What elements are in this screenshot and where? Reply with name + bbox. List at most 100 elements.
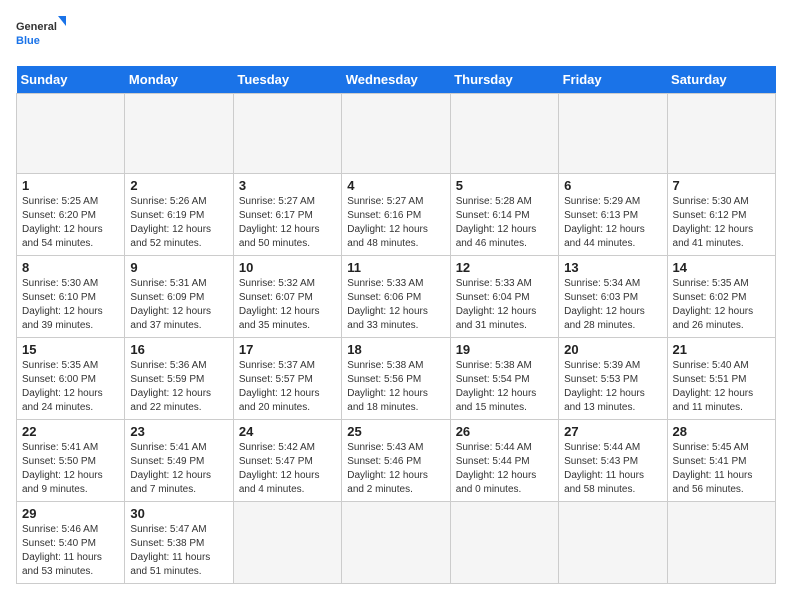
day-number: 6 xyxy=(564,178,661,193)
day-detail: Sunrise: 5:46 AM Sunset: 5:40 PM Dayligh… xyxy=(22,523,119,579)
day-number: 8 xyxy=(22,260,119,275)
day-detail: Sunrise: 5:38 AM Sunset: 5:54 PM Dayligh… xyxy=(456,359,553,415)
day-cell: 15 Sunrise: 5:35 AM Sunset: 6:00 PM Dayli… xyxy=(17,338,125,420)
day-cell: 18 Sunrise: 5:38 AM Sunset: 5:56 PM Dayli… xyxy=(342,338,450,420)
day-detail: Sunrise: 5:26 AM Sunset: 6:19 PM Dayligh… xyxy=(130,195,227,251)
day-cell xyxy=(667,94,775,174)
day-number: 12 xyxy=(456,260,553,275)
svg-text:Blue: Blue xyxy=(16,35,40,47)
day-cell: 7 Sunrise: 5:30 AM Sunset: 6:12 PM Daylig… xyxy=(667,174,775,256)
day-header-wednesday: Wednesday xyxy=(342,66,450,94)
day-cell: 30 Sunrise: 5:47 AM Sunset: 5:38 PM Dayli… xyxy=(125,502,233,584)
day-number: 30 xyxy=(130,506,227,521)
day-number: 20 xyxy=(564,342,661,357)
day-detail: Sunrise: 5:33 AM Sunset: 6:06 PM Dayligh… xyxy=(347,277,444,333)
day-cell: 16Sunrise: 5:36 AM Sunset: 5:59 PM Dayli… xyxy=(125,338,233,420)
day-number: 13 xyxy=(564,260,661,275)
day-detail: Sunrise: 5:38 AM Sunset: 5:56 PM Dayligh… xyxy=(347,359,444,415)
day-header-thursday: Thursday xyxy=(450,66,558,94)
day-number: 23 xyxy=(130,424,227,439)
day-number: 29 xyxy=(22,506,119,521)
day-number: 26 xyxy=(456,424,553,439)
day-number: 4 xyxy=(347,178,444,193)
day-detail: Sunrise: 5:35 AM Sunset: 6:00 PM Dayligh… xyxy=(22,359,119,415)
day-header-friday: Friday xyxy=(559,66,667,94)
day-number: 1 xyxy=(22,178,119,193)
day-number: 25 xyxy=(347,424,444,439)
day-cell: 20 Sunrise: 5:39 AM Sunset: 5:53 PM Dayli… xyxy=(559,338,667,420)
day-cell xyxy=(667,502,775,584)
day-number: 17 xyxy=(239,342,336,357)
svg-text:General: General xyxy=(16,21,57,33)
day-detail: Sunrise: 5:39 AM Sunset: 5:53 PM Dayligh… xyxy=(564,359,661,415)
day-detail: Sunrise: 5:25 AM Sunset: 6:20 PM Dayligh… xyxy=(22,195,119,251)
calendar-table: SundayMondayTuesdayWednesdayThursdayFrid… xyxy=(16,66,776,584)
day-detail: Sunrise: 5:30 AM Sunset: 6:10 PM Dayligh… xyxy=(22,277,119,333)
day-detail: Sunrise: 5:44 AM Sunset: 5:44 PM Dayligh… xyxy=(456,441,553,497)
day-detail: Sunrise: 5:27 AM Sunset: 6:16 PM Dayligh… xyxy=(347,195,444,251)
day-cell: 26 Sunrise: 5:44 AM Sunset: 5:44 PM Dayli… xyxy=(450,420,558,502)
day-number: 28 xyxy=(673,424,770,439)
day-number: 27 xyxy=(564,424,661,439)
day-cell: 14 Sunrise: 5:35 AM Sunset: 6:02 PM Dayli… xyxy=(667,256,775,338)
day-cell: 5 Sunrise: 5:28 AM Sunset: 6:14 PM Daylig… xyxy=(450,174,558,256)
page-header: General Blue xyxy=(16,16,776,54)
day-cell: 13Sunrise: 5:34 AM Sunset: 6:03 PM Dayli… xyxy=(559,256,667,338)
day-detail: Sunrise: 5:36 AM Sunset: 5:59 PM Dayligh… xyxy=(130,359,227,415)
day-number: 15 xyxy=(22,342,119,357)
day-cell xyxy=(125,94,233,174)
day-cell xyxy=(450,94,558,174)
day-number: 22 xyxy=(22,424,119,439)
day-detail: Sunrise: 5:27 AM Sunset: 6:17 PM Dayligh… xyxy=(239,195,336,251)
day-cell: 12Sunrise: 5:33 AM Sunset: 6:04 PM Dayli… xyxy=(450,256,558,338)
day-header-saturday: Saturday xyxy=(667,66,775,94)
week-row-6: 29 Sunrise: 5:46 AM Sunset: 5:40 PM Dayli… xyxy=(17,502,776,584)
day-detail: Sunrise: 5:41 AM Sunset: 5:50 PM Dayligh… xyxy=(22,441,119,497)
day-number: 2 xyxy=(130,178,227,193)
day-detail: Sunrise: 5:31 AM Sunset: 6:09 PM Dayligh… xyxy=(130,277,227,333)
day-number: 19 xyxy=(456,342,553,357)
day-number: 24 xyxy=(239,424,336,439)
day-cell: 28Sunrise: 5:45 AM Sunset: 5:41 PM Dayli… xyxy=(667,420,775,502)
day-detail: Sunrise: 5:42 AM Sunset: 5:47 PM Dayligh… xyxy=(239,441,336,497)
day-cell: 1 Sunrise: 5:25 AM Sunset: 6:20 PM Daylig… xyxy=(17,174,125,256)
day-cell: 19 Sunrise: 5:38 AM Sunset: 5:54 PM Dayli… xyxy=(450,338,558,420)
day-number: 5 xyxy=(456,178,553,193)
week-row-3: 8 Sunrise: 5:30 AM Sunset: 6:10 PM Daylig… xyxy=(17,256,776,338)
day-number: 10 xyxy=(239,260,336,275)
day-number: 21 xyxy=(673,342,770,357)
day-detail: Sunrise: 5:32 AM Sunset: 6:07 PM Dayligh… xyxy=(239,277,336,333)
day-number: 11 xyxy=(347,260,444,275)
day-cell: 25Sunrise: 5:43 AM Sunset: 5:46 PM Dayli… xyxy=(342,420,450,502)
day-cell: 29 Sunrise: 5:46 AM Sunset: 5:40 PM Dayli… xyxy=(17,502,125,584)
week-row-1 xyxy=(17,94,776,174)
logo: General Blue xyxy=(16,16,66,54)
week-row-5: 22 Sunrise: 5:41 AM Sunset: 5:50 PM Dayli… xyxy=(17,420,776,502)
day-number: 14 xyxy=(673,260,770,275)
day-cell: 27 Sunrise: 5:44 AM Sunset: 5:43 PM Dayli… xyxy=(559,420,667,502)
day-cell: 3Sunrise: 5:27 AM Sunset: 6:17 PM Daylig… xyxy=(233,174,341,256)
day-cell: 6Sunrise: 5:29 AM Sunset: 6:13 PM Daylig… xyxy=(559,174,667,256)
day-header-monday: Monday xyxy=(125,66,233,94)
day-detail: Sunrise: 5:30 AM Sunset: 6:12 PM Dayligh… xyxy=(673,195,770,251)
day-number: 18 xyxy=(347,342,444,357)
day-detail: Sunrise: 5:44 AM Sunset: 5:43 PM Dayligh… xyxy=(564,441,661,497)
day-detail: Sunrise: 5:47 AM Sunset: 5:38 PM Dayligh… xyxy=(130,523,227,579)
day-detail: Sunrise: 5:35 AM Sunset: 6:02 PM Dayligh… xyxy=(673,277,770,333)
day-cell xyxy=(559,94,667,174)
day-cell: 23Sunrise: 5:41 AM Sunset: 5:49 PM Dayli… xyxy=(125,420,233,502)
day-number: 7 xyxy=(673,178,770,193)
day-cell: 2 Sunrise: 5:26 AM Sunset: 6:19 PM Daylig… xyxy=(125,174,233,256)
day-detail: Sunrise: 5:37 AM Sunset: 5:57 PM Dayligh… xyxy=(239,359,336,415)
week-row-4: 15 Sunrise: 5:35 AM Sunset: 6:00 PM Dayli… xyxy=(17,338,776,420)
day-cell: 4 Sunrise: 5:27 AM Sunset: 6:16 PM Daylig… xyxy=(342,174,450,256)
day-cell: 8 Sunrise: 5:30 AM Sunset: 6:10 PM Daylig… xyxy=(17,256,125,338)
day-header-sunday: Sunday xyxy=(17,66,125,94)
day-cell xyxy=(342,502,450,584)
logo-svg: General Blue xyxy=(16,16,66,54)
day-cell xyxy=(233,502,341,584)
week-row-2: 1 Sunrise: 5:25 AM Sunset: 6:20 PM Daylig… xyxy=(17,174,776,256)
day-cell: 17 Sunrise: 5:37 AM Sunset: 5:57 PM Dayli… xyxy=(233,338,341,420)
day-cell xyxy=(559,502,667,584)
day-detail: Sunrise: 5:28 AM Sunset: 6:14 PM Dayligh… xyxy=(456,195,553,251)
